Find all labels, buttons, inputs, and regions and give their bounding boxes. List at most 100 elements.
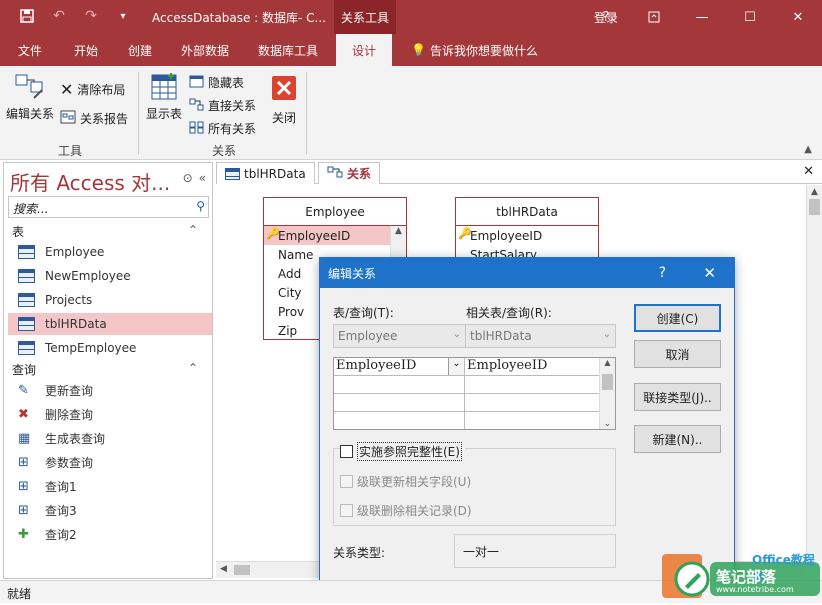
grid-cell-left-empty[interactable] <box>334 376 465 394</box>
grid-cell-right[interactable]: EmployeeID <box>465 358 600 376</box>
nav-item-delete-query[interactable]: ✖ 删除查询 <box>8 403 212 425</box>
all-relationships-button[interactable]: 所有关系 <box>189 120 256 137</box>
window-title: AccessDatabase : 数据库- C... <box>152 11 326 25</box>
queries-section-header[interactable]: 查询 ⌃ <box>12 361 202 378</box>
clear-layout-button[interactable]: ✕ 清除布局 <box>60 80 125 99</box>
select-query-icon: ⊞ <box>18 479 29 494</box>
scroll-up-icon[interactable]: ▲ <box>391 226 406 236</box>
enforce-integrity-checkbox[interactable]: 实施参照完整性(E) <box>340 442 465 461</box>
grid-cell-right-empty[interactable] <box>465 412 600 429</box>
report-icon <box>60 110 76 127</box>
create-button[interactable]: 创建(C) <box>634 304 721 332</box>
nav-item-update-query[interactable]: ✎ 更新查询 <box>8 379 212 401</box>
checkbox-box[interactable] <box>340 504 353 517</box>
help-icon[interactable]: ? <box>582 0 630 34</box>
nav-item-tblhrdata[interactable]: tblHRData <box>8 313 212 335</box>
cascade-delete-checkbox[interactable]: 级联删除相关记录(D) <box>340 502 472 519</box>
collapse-nav-icon[interactable]: « <box>199 171 206 185</box>
hide-table-button[interactable]: 隐藏表 <box>189 74 244 91</box>
tab-database-tools[interactable]: 数据库工具 <box>258 34 318 66</box>
minimize-icon[interactable]: — <box>678 0 726 34</box>
tools-group-label: 工具 <box>58 144 83 158</box>
table-icon <box>18 269 35 283</box>
related-table-select[interactable]: tblHRData ⌄ <box>465 324 616 348</box>
cancel-button[interactable]: 取消 <box>634 340 721 368</box>
nav-item-query2[interactable]: ✚ 查询2 <box>8 523 212 545</box>
grid-cell-left-empty[interactable] <box>334 394 465 412</box>
field-mapping-grid: EmployeeID ⌄ EmployeeID ▲ ⌄ <box>333 357 616 430</box>
scroll-thumb[interactable] <box>602 374 613 390</box>
close-relationships-button[interactable]: 关闭 <box>272 76 296 126</box>
save-icon[interactable] <box>18 7 36 25</box>
nav-item-parameter-query[interactable]: ⊞ 参数查询 <box>8 451 212 473</box>
tab-external-data[interactable]: 外部数据 <box>181 34 229 66</box>
nav-menu-icon[interactable]: ⊙ <box>183 171 193 185</box>
doc-tab-tblhrdata[interactable]: tblHRData <box>216 162 315 184</box>
dialog-help-icon[interactable]: ? <box>659 265 666 281</box>
table-icon <box>18 245 35 259</box>
scroll-down-icon[interactable]: ⌄ <box>600 419 615 429</box>
maximize-icon[interactable]: ☐ <box>726 0 774 34</box>
lightbulb-icon: 💡 <box>411 43 426 57</box>
undo-icon[interactable]: ↶ <box>50 7 68 25</box>
scroll-up-icon[interactable]: ▲ <box>807 187 822 197</box>
redo-icon[interactable]: ↷ <box>82 7 100 25</box>
nav-item-make-table-query[interactable]: ▦ 生成表查询 <box>8 427 212 449</box>
show-table-button[interactable]: 显示表 <box>146 72 182 122</box>
canvas-vertical-scrollbar[interactable]: ▲ <box>806 185 822 561</box>
grid-cell-right-empty[interactable] <box>465 376 600 394</box>
relationships-group-label: 关系 <box>212 144 237 158</box>
direct-relationships-button[interactable]: 直接关系 <box>189 97 256 114</box>
scroll-up-icon[interactable]: ▲ <box>600 358 615 367</box>
related-table-label: 相关表/查询(R): <box>466 306 552 320</box>
search-icon[interactable]: ⚲ <box>196 199 205 213</box>
table-icon <box>18 293 35 307</box>
new-button[interactable]: 新建(N).. <box>634 425 721 453</box>
nav-item-employee[interactable]: Employee <box>8 241 212 263</box>
edit-relationships-button[interactable]: 编辑关系 <box>6 72 54 122</box>
cascade-update-checkbox[interactable]: 级联更新相关字段(U) <box>340 473 471 490</box>
grid-cell-left[interactable]: EmployeeID ⌄ <box>334 358 465 376</box>
nav-item-tempemployee[interactable]: TempEmployee <box>8 337 212 359</box>
nav-search-input[interactable]: 搜索... ⚲ <box>8 196 209 218</box>
scroll-thumb[interactable] <box>234 565 250 575</box>
qat-dropdown-icon[interactable]: ▾ <box>114 7 132 25</box>
scroll-left-icon[interactable]: ◀ <box>220 564 227 574</box>
field-employeeid[interactable]: 🔑 EmployeeID <box>456 226 598 245</box>
close-window-icon[interactable]: ✕ <box>774 0 822 34</box>
grid-cell-left-empty[interactable] <box>334 412 465 429</box>
checkbox-box[interactable] <box>340 445 353 458</box>
grid-scrollbar[interactable]: ▲ ⌄ <box>599 358 615 429</box>
relationship-report-button[interactable]: 关系报告 <box>60 110 128 127</box>
tab-file[interactable]: 文件 <box>18 34 42 66</box>
collapse-ribbon-icon[interactable]: ▲ <box>804 144 812 155</box>
nav-item-query1[interactable]: ⊞ 查询1 <box>8 475 212 497</box>
nav-item-query3[interactable]: ⊞ 查询3 <box>8 499 212 521</box>
close-document-icon[interactable]: ✕ <box>803 164 814 179</box>
tab-design[interactable]: 设计 <box>336 34 393 66</box>
scroll-thumb[interactable] <box>809 199 820 215</box>
doc-tab-relationships[interactable]: 关系 <box>318 162 381 184</box>
group-separator <box>138 72 139 154</box>
field-employeeid[interactable]: 🔑 EmployeeID <box>264 226 390 245</box>
nav-item-newemployee[interactable]: NewEmployee <box>8 265 212 287</box>
dialog-close-icon[interactable]: ✕ <box>703 264 716 282</box>
nav-item-projects[interactable]: Projects <box>8 289 212 311</box>
tab-home[interactable]: 开始 <box>74 34 98 66</box>
grid-cell-right-empty[interactable] <box>465 394 600 412</box>
table-query-select[interactable]: Employee ⌄ <box>333 324 466 348</box>
nav-pane-header[interactable]: 所有 Access 对... <box>10 167 170 196</box>
join-type-button[interactable]: 联接类型(J).. <box>634 383 721 411</box>
table-icon <box>18 317 35 331</box>
chevron-down-icon: ⌄ <box>602 329 611 340</box>
tab-create[interactable]: 创建 <box>128 34 152 66</box>
chevron-down-icon[interactable]: ⌄ <box>448 358 464 375</box>
table-icon <box>225 167 240 180</box>
chevron-up-icon: ⌃ <box>187 223 198 237</box>
tell-me-box[interactable]: 💡 告诉我你想要做什么 <box>411 34 538 66</box>
tables-section-header[interactable]: 表 ⌃ <box>12 223 202 240</box>
delete-query-icon: ✖ <box>18 407 29 422</box>
ribbon-display-icon[interactable] <box>630 0 678 34</box>
navigation-pane: 所有 Access 对... ⊙ « 搜索... ⚲ 表 ⌃ Employee … <box>3 162 213 579</box>
checkbox-box[interactable] <box>340 475 353 488</box>
